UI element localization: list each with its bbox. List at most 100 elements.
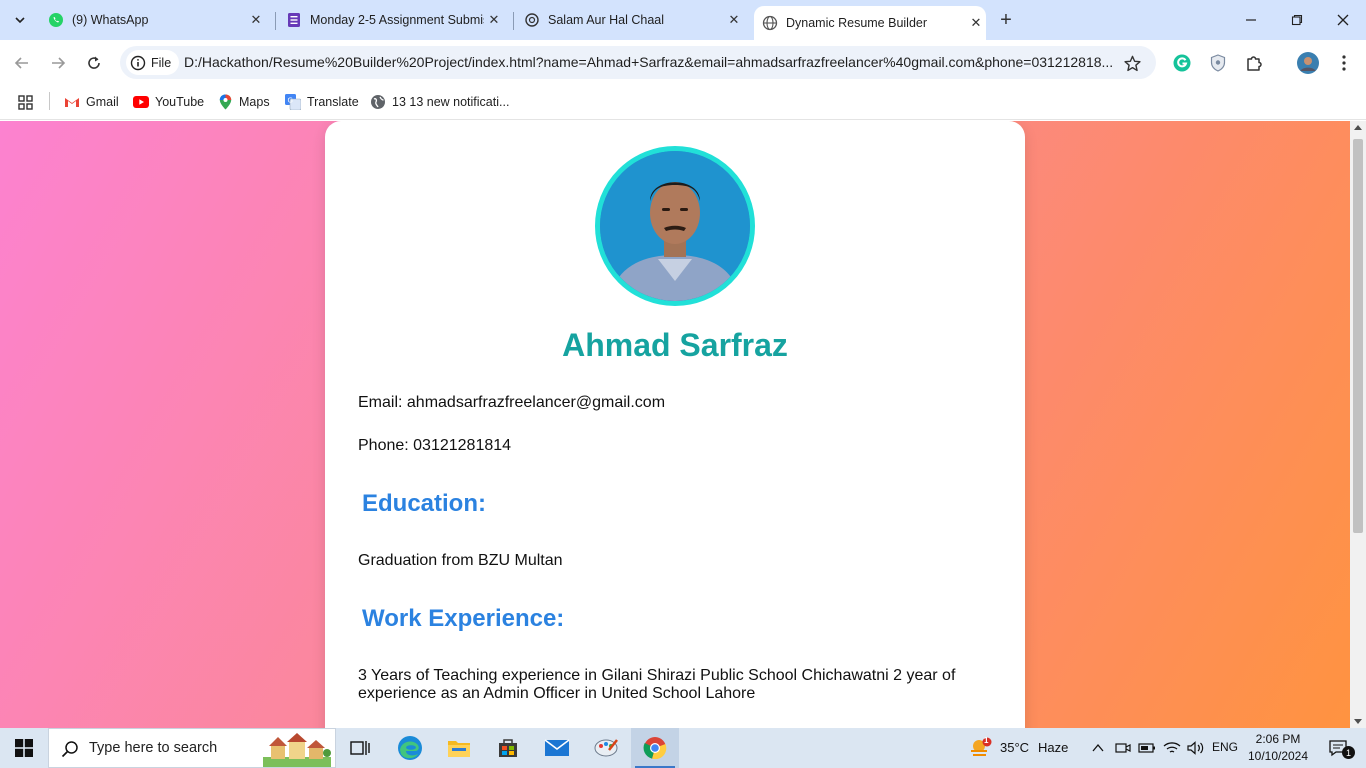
maps-icon: [217, 94, 233, 110]
grammarly-icon: [1173, 54, 1191, 72]
tab-title: Monday 2-5 Assignment Submis: [310, 13, 484, 27]
svg-text:G: G: [288, 97, 293, 105]
battery-button[interactable]: [1136, 728, 1158, 768]
chatgpt-icon: [524, 12, 540, 28]
education-text: Graduation from BZU Multan: [358, 552, 563, 569]
weather-description[interactable]: Haze: [1038, 740, 1068, 755]
notification-count-badge: 1: [1342, 746, 1355, 759]
phone-line: Phone: 03121281814: [358, 437, 512, 454]
youtube-icon: [133, 94, 149, 110]
forward-button[interactable]: [45, 50, 71, 76]
resume-card: Ahmad Sarfraz Email: ahmadsarfrazfreelan…: [325, 121, 1025, 728]
chevron-down-icon: [15, 17, 25, 24]
scroll-up-arrow-icon[interactable]: [1354, 125, 1362, 130]
weather-widget-icon-button[interactable]: 1: [964, 728, 996, 768]
clock[interactable]: 2:06 PM 10/10/2024: [1238, 731, 1318, 765]
profile-avatar[interactable]: [1297, 52, 1319, 74]
task-view-icon: [350, 741, 370, 755]
input-language[interactable]: ENG: [1212, 740, 1238, 754]
forms-icon: [286, 12, 302, 28]
tab-title: Dynamic Resume Builder: [786, 16, 928, 30]
close-icon[interactable]: ✕: [966, 13, 986, 33]
apps-button[interactable]: [18, 92, 33, 112]
wifi-button[interactable]: [1160, 728, 1184, 768]
browser-toolbar: File D:/Hackathon/Resume%20Builder%20Pro…: [0, 40, 1366, 85]
work-experience-text: 3 Years of Teaching experience in Gilani…: [358, 667, 956, 702]
gmail-icon: [64, 94, 80, 110]
email-line: Email: ahmadsarfrazfreelancer@gmail.com: [358, 394, 666, 411]
tab-chatgpt[interactable]: Salam Aur Hal Chaal ✕: [524, 6, 744, 34]
tab-search-button[interactable]: [8, 8, 32, 32]
minimize-icon: [1246, 19, 1256, 21]
back-button[interactable]: [9, 50, 35, 76]
edge-taskbar-button[interactable]: [386, 728, 434, 768]
taskbar-search-box[interactable]: Type here to search: [48, 728, 336, 768]
tab-title: Salam Aur Hal Chaal: [548, 13, 665, 27]
tab-strip: (9) WhatsApp ✕ Monday 2-5 Assignment Sub…: [0, 0, 1366, 40]
bookmarks-separator: [49, 92, 50, 110]
start-button[interactable]: [0, 728, 48, 768]
file-explorer-taskbar-button[interactable]: [435, 728, 483, 768]
address-bar[interactable]: File D:/Hackathon/Resume%20Builder%20Pro…: [120, 46, 1156, 79]
arrow-left-icon: [14, 57, 28, 69]
tab-separator: [275, 12, 276, 30]
weather-temperature[interactable]: 35°C: [1000, 740, 1029, 755]
bookmark-label: Maps: [239, 95, 270, 109]
bookmark-translate[interactable]: G Translate: [285, 92, 359, 112]
tab-assignment[interactable]: Monday 2-5 Assignment Submis ✕: [286, 6, 504, 34]
chrome-taskbar-button[interactable]: [631, 728, 679, 768]
meet-now-button[interactable]: [1112, 728, 1134, 768]
profile-photo: [595, 146, 755, 306]
folder-icon: [448, 741, 470, 757]
close-icon[interactable]: ✕: [724, 10, 744, 30]
close-icon[interactable]: ✕: [484, 10, 504, 30]
reload-button[interactable]: [81, 50, 107, 76]
url-text[interactable]: D:/Hackathon/Resume%20Builder%20Project/…: [184, 54, 1114, 70]
search-icon: [61, 741, 78, 758]
chrome-icon: [643, 737, 667, 760]
store-icon: [499, 739, 517, 757]
weather-badge: 1: [984, 736, 989, 745]
search-placeholder: Type here to search: [89, 740, 218, 756]
site-info-chip[interactable]: File: [126, 50, 180, 75]
reload-icon: [88, 56, 100, 69]
page-scrollbar[interactable]: [1350, 121, 1366, 728]
restore-button[interactable]: [1274, 0, 1320, 40]
bookmarks-bar: Gmail YouTube Maps G Translate 13 13 new…: [0, 85, 1366, 120]
bookmark-notifications[interactable]: 13 13 new notificati...: [370, 92, 509, 112]
apps-grid-icon: [18, 94, 33, 110]
bookmark-youtube[interactable]: YouTube: [133, 92, 204, 112]
translate-icon: G: [285, 94, 301, 110]
paint-taskbar-button[interactable]: [582, 728, 630, 768]
tab-whatsapp[interactable]: (9) WhatsApp ✕: [48, 6, 266, 34]
avatar-icon: [1297, 52, 1319, 74]
new-tab-button[interactable]: +: [994, 8, 1018, 32]
tab-title: (9) WhatsApp: [72, 13, 149, 27]
chevron-up-icon: [1092, 743, 1104, 752]
close-icon[interactable]: ✕: [246, 10, 266, 30]
scroll-down-arrow-icon[interactable]: [1354, 719, 1362, 724]
puzzle-icon: [1247, 56, 1262, 71]
shield-extension[interactable]: [1207, 52, 1229, 74]
wifi-icon: [1163, 742, 1181, 753]
chrome-menu-button[interactable]: [1333, 52, 1355, 74]
work-experience-heading: Work Experience:: [362, 605, 565, 632]
bookmark-maps[interactable]: Maps: [217, 92, 270, 112]
show-hidden-icons-button[interactable]: [1088, 728, 1108, 768]
minimize-button[interactable]: [1228, 0, 1274, 40]
volume-button[interactable]: [1184, 728, 1208, 768]
extensions-button[interactable]: [1243, 52, 1265, 74]
close-window-button[interactable]: [1320, 0, 1366, 40]
battery-icon: [1138, 743, 1155, 753]
store-taskbar-button[interactable]: [484, 728, 532, 768]
bookmark-star-button[interactable]: [1122, 53, 1142, 73]
task-view-button[interactable]: [336, 728, 384, 768]
camera-icon: [1115, 743, 1131, 753]
notifications-button[interactable]: 1: [1318, 728, 1358, 768]
mail-taskbar-button[interactable]: [533, 728, 581, 768]
bookmark-gmail[interactable]: Gmail: [64, 92, 119, 112]
scrollbar-thumb[interactable]: [1353, 139, 1363, 533]
tab-resume-builder[interactable]: Dynamic Resume Builder ✕: [754, 6, 986, 40]
kebab-menu-icon: [1342, 55, 1346, 71]
grammarly-extension[interactable]: [1171, 52, 1193, 74]
